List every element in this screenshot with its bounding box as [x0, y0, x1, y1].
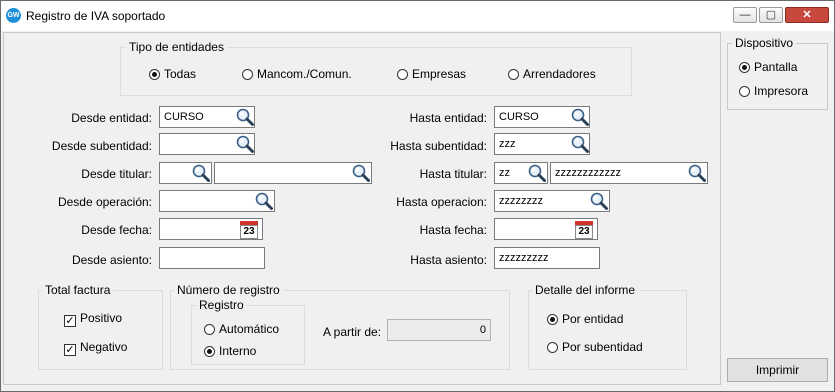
search-icon[interactable]	[235, 134, 255, 154]
radio-pantalla[interactable]: Pantalla	[739, 60, 797, 74]
radio-arrendadores[interactable]: Arrendadores	[508, 67, 596, 81]
window-title: Registro de IVA soportado	[26, 9, 166, 23]
search-icon[interactable]	[235, 107, 255, 127]
positivo-checkbox[interactable]: ✓ Positivo	[64, 311, 122, 327]
hasta-asiento-field[interactable]: zzzzzzzzz	[494, 247, 600, 269]
hasta-operacion-label: Hasta operacion:	[396, 195, 487, 209]
hasta-subentidad-label: Hasta subentidad:	[390, 139, 487, 153]
search-icon[interactable]	[527, 163, 547, 183]
close-icon: ✕	[802, 9, 812, 21]
radio-por-entidad[interactable]: Por entidad	[547, 312, 623, 326]
minimize-icon: —	[739, 9, 751, 21]
radio-selected-icon	[149, 69, 160, 80]
radio-por-subentidad[interactable]: Por subentidad	[547, 340, 643, 354]
search-icon[interactable]	[191, 163, 211, 183]
desde-entidad-label: Desde entidad:	[71, 111, 152, 125]
hasta-titular-label: Hasta titular:	[419, 167, 487, 181]
detalle-informe-group	[528, 290, 687, 370]
desde-subentidad-label: Desde subentidad:	[51, 139, 152, 153]
calendar-icon[interactable]: 23	[240, 220, 258, 239]
numero-registro-legend: Número de registro	[174, 283, 283, 297]
app-logo-icon: GW	[6, 8, 21, 23]
maximize-icon: ▢	[765, 9, 777, 21]
tipo-entidades-legend: Tipo de entidades	[126, 40, 227, 54]
a-partir-field: 0	[387, 319, 491, 341]
radio-selected-icon	[739, 62, 750, 73]
calendar-icon[interactable]: 23	[575, 220, 593, 239]
search-icon[interactable]	[570, 134, 590, 154]
total-factura-legend: Total factura	[42, 283, 114, 297]
hasta-entidad-label: Hasta entidad:	[409, 111, 487, 125]
hasta-asiento-label: Hasta asiento:	[410, 253, 487, 267]
hasta-titular-name-field[interactable]: zzzzzzzzzzzz	[550, 162, 708, 184]
radio-automatico[interactable]: Automático	[204, 322, 279, 336]
close-button[interactable]: ✕	[785, 7, 829, 23]
minimize-button[interactable]: —	[733, 7, 757, 23]
checkbox-checked-icon: ✓	[64, 315, 76, 327]
desde-asiento-label: Desde asiento:	[71, 253, 152, 267]
search-icon[interactable]	[589, 191, 609, 211]
radio-selected-icon	[204, 346, 215, 357]
radio-selected-icon	[547, 314, 558, 325]
radio-unselected-icon	[547, 342, 558, 353]
radio-interno[interactable]: Interno	[204, 344, 256, 358]
radio-unselected-icon	[204, 324, 215, 335]
desde-operacion-label: Desde operación:	[57, 195, 152, 209]
radio-unselected-icon	[739, 86, 750, 97]
desde-asiento-field[interactable]	[159, 247, 265, 269]
radio-todas[interactable]: Todas	[149, 67, 196, 81]
maximize-button[interactable]: ▢	[759, 7, 783, 23]
desde-titular-name-field[interactable]	[214, 162, 372, 184]
checkbox-checked-icon: ✓	[64, 344, 76, 356]
radio-empresas[interactable]: Empresas	[397, 67, 466, 81]
dispositivo-group	[727, 43, 828, 110]
search-icon[interactable]	[687, 163, 707, 183]
desde-fecha-label: Desde fecha:	[81, 223, 152, 237]
negativo-checkbox[interactable]: ✓ Negativo	[64, 340, 127, 356]
desde-titular-label: Desde titular:	[81, 167, 152, 181]
a-partir-label: A partir de:	[323, 325, 382, 339]
radio-unselected-icon	[397, 69, 408, 80]
main-window: GW Registro de IVA soportado — ▢ ✕ Tipo …	[0, 0, 835, 392]
search-icon[interactable]	[570, 107, 590, 127]
radio-unselected-icon	[242, 69, 253, 80]
title-bar: GW Registro de IVA soportado — ▢ ✕	[1, 1, 834, 31]
search-icon[interactable]	[351, 163, 371, 183]
imprimir-button[interactable]: Imprimir	[727, 358, 828, 382]
search-icon[interactable]	[254, 191, 274, 211]
radio-unselected-icon	[508, 69, 519, 80]
radio-impresora[interactable]: Impresora	[739, 84, 808, 98]
dispositivo-legend: Dispositivo	[732, 36, 797, 50]
detalle-informe-legend: Detalle del informe	[532, 283, 639, 297]
hasta-fecha-label: Hasta fecha:	[419, 223, 487, 237]
registro-legend: Registro	[196, 298, 247, 312]
total-factura-group	[38, 290, 163, 370]
radio-mancom-comun[interactable]: Mancom./Comun.	[242, 67, 352, 81]
